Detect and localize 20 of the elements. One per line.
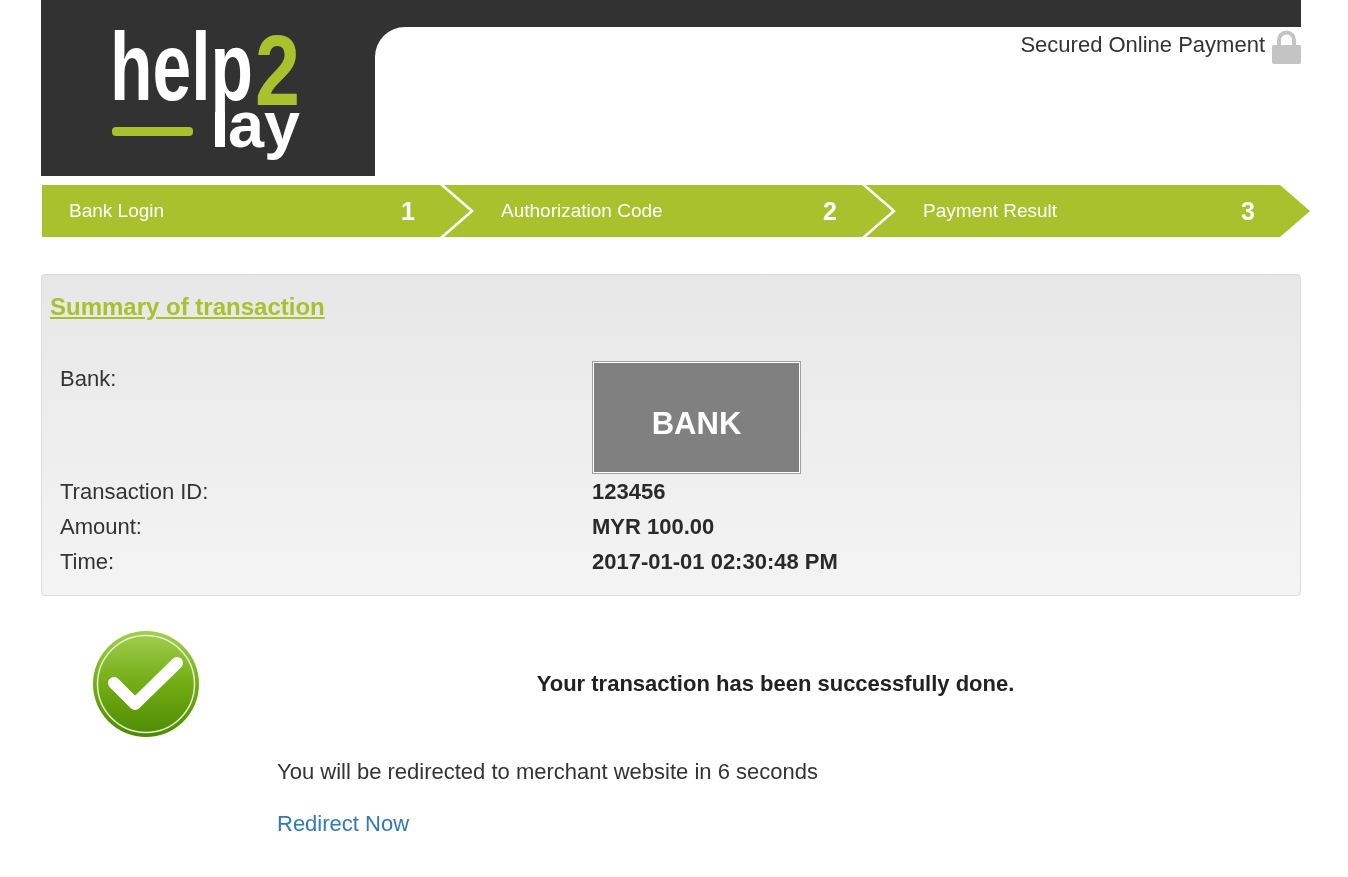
field-value: MYR 100.00 bbox=[592, 513, 715, 541]
step-number: 1 bbox=[401, 197, 415, 225]
summary-heading: Summary of transaction bbox=[50, 292, 325, 321]
field-value: 123456 bbox=[592, 478, 666, 506]
step-number: 2 bbox=[823, 197, 837, 225]
field-label: Time: bbox=[60, 548, 115, 576]
field-label: Amount: bbox=[60, 513, 142, 541]
bank-logo: BANK bbox=[592, 361, 801, 474]
secure-payment-label: Secured Online Payment bbox=[1020, 32, 1265, 58]
redirect-notice: You will be redirected to merchant website in 6 seconds bbox=[277, 759, 818, 785]
step-label: Authorization Code bbox=[501, 199, 663, 223]
padlock-icon bbox=[1272, 30, 1301, 64]
redirect-now-link[interactable]: Redirect Now bbox=[277, 811, 410, 837]
step-label: Payment Result bbox=[923, 199, 1058, 223]
step-label: Bank Login bbox=[69, 199, 165, 223]
field-label: Transaction ID: bbox=[60, 478, 209, 506]
field-value: 2017-01-01 02:30:48 PM bbox=[592, 548, 838, 576]
field-label: Bank: bbox=[60, 365, 117, 393]
result-message: Your transaction has been successfully done. bbox=[536, 670, 1015, 698]
step-number: 3 bbox=[1241, 197, 1255, 225]
